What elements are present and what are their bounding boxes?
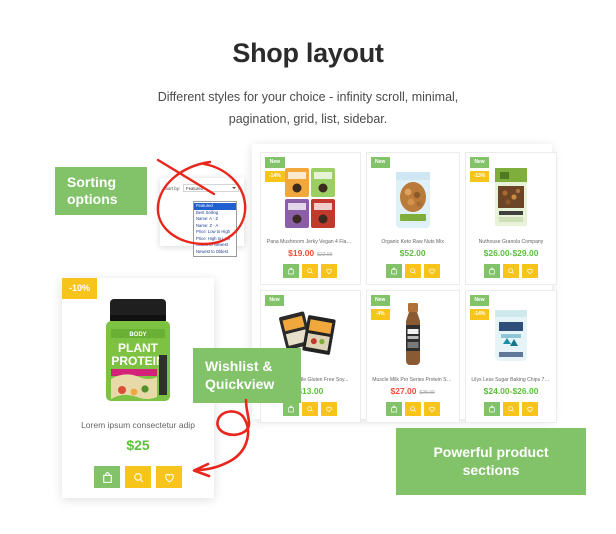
product-badges: New -14% [265,157,285,182]
add-to-wishlist-button[interactable] [156,466,182,488]
callout-powerful-product-sections: Powerful product sections [396,428,586,495]
sort-select-value: Featured [186,185,203,191]
sorting-panel: Sort by: Featured Featured Best Selling … [160,178,244,257]
product-actions [385,264,440,278]
quick-view-button[interactable] [302,264,319,278]
product-price: $24.00-$26.00 [484,386,539,396]
product-actions [283,264,338,278]
quick-view-button[interactable] [404,264,421,278]
featured-product-title: Lorem ipsum consectetur adip [81,420,195,430]
product-price: $26.00-$29.00 [484,248,539,258]
page-subtitle-line-2: pagination, grid, list, sidebar. [228,111,388,126]
add-to-wishlist-button[interactable] [321,264,338,278]
badge-discount: -10% [62,278,98,299]
product-price: $13.00 [297,386,323,396]
add-to-wishlist-button[interactable] [423,402,440,416]
product-price-original: $22.00 [317,252,333,258]
product-price: $52.00 [400,248,426,258]
product-card[interactable]: New -14% Pana Mushroom Jerky Vegan 4 Fla… [260,152,361,285]
badge-sale: -14% [265,171,285,182]
product-card[interactable]: New -4% Muscle Milk Pro Series Protein S… [365,290,460,423]
add-to-wishlist-button[interactable] [522,264,539,278]
product-badges: New -14% [469,295,490,320]
product-price-original: $28.00 [419,390,435,396]
sort-option-newest-oldest[interactable]: Newest to Oldest [194,249,236,256]
badge-new: New [370,157,390,168]
add-to-cart-button[interactable] [283,402,300,416]
quick-view-button[interactable] [404,402,421,416]
featured-product-image: BODY PLANT PROTEIN [62,292,214,410]
product-title: Nuthouse Granola Company [478,239,544,245]
badge-sale: -4% [370,309,390,320]
add-to-cart-button[interactable] [484,264,501,278]
product-price: $27.00 $28.00 [391,386,435,396]
add-to-cart-button[interactable] [385,402,402,416]
product-card[interactable]: New -14% Lilys Less Sugar Baking Chips 7… [464,290,558,423]
product-title: Lilys Less Sugar Baking Chips 7oz... [471,377,551,383]
product-image [371,161,455,233]
product-actions [484,264,539,278]
product-price-current: $13.00 [297,386,324,396]
quick-view-button[interactable] [503,402,520,416]
product-actions [283,402,338,416]
product-price-current: $19.00 [288,248,315,258]
page-subtitle: Different styles for your choice - infin… [0,87,616,131]
page-title: Shop layout [232,38,384,68]
product-price: $19.00 $22.00 [288,248,332,258]
page-subtitle-line-1: Different styles for your choice - infin… [157,90,459,104]
featured-product-card[interactable]: -10% BODY PLANT PROTEIN Lorem ipsum cons… [62,278,214,498]
product-title: Pana Mushroom Jerky Vegan 4 Flavor... [266,239,354,245]
featured-product-badges: -10% [62,278,98,299]
badge-new: New [265,157,285,168]
sort-select[interactable]: Featured [183,184,239,192]
svg-text:PROTEIN: PROTEIN [111,354,164,368]
add-to-cart-button[interactable] [484,402,501,416]
page-header: Shop layout Different styles for your ch… [0,0,616,131]
product-price-current: $24.00-$26.00 [483,386,539,396]
chevron-down-icon [232,187,236,189]
badge-new: New [469,295,490,306]
add-to-cart-button[interactable] [385,264,402,278]
product-badges: New [265,295,284,306]
callout-wishlist-quickview: Wishlist & Quickview [193,348,301,403]
product-title: Muscle Milk Pro Series Protein Sho... [372,377,453,383]
product-title: Organic Keto Raw Nuts Mix [381,239,444,245]
product-actions [385,402,440,416]
featured-product-price: $25 [126,437,150,453]
product-badges: New -4% [370,295,390,320]
sort-options-list[interactable]: Featured Best Selling Name: A - Z Name: … [193,201,237,257]
badge-new: New [370,295,390,306]
badge-sale: -13% [469,171,490,182]
add-to-cart-button[interactable] [283,264,300,278]
badge-new: New [265,295,284,306]
sort-by-label: Sort by: [165,185,181,191]
svg-text:BODY: BODY [129,332,146,338]
sort-row: Sort by: Featured [160,178,244,192]
badge-sale: -14% [469,309,490,320]
badge-new: New [469,157,490,168]
product-badges: New [370,157,390,168]
product-price-current: $52.00 [399,248,426,258]
product-card[interactable]: New Organic Keto Raw Nuts Mix $52.00 [365,152,460,285]
add-to-wishlist-button[interactable] [522,402,539,416]
quick-view-button[interactable] [125,466,151,488]
product-actions [484,402,539,416]
quick-view-button[interactable] [503,264,520,278]
sort-option-price-low-high[interactable]: Price: Low to High [194,229,236,236]
add-to-wishlist-button[interactable] [321,402,338,416]
add-to-cart-button[interactable] [94,466,120,488]
add-to-wishlist-button[interactable] [423,264,440,278]
svg-text:PLANT: PLANT [118,341,159,355]
product-card[interactable]: New -13% Nuthouse Granola Company $26.00… [464,152,558,285]
quick-view-button[interactable] [302,402,319,416]
product-badges: New -13% [469,157,490,182]
product-price-current: $27.00 [390,386,417,396]
featured-product-actions [94,466,182,488]
callout-sorting-options: Sorting options [55,167,147,215]
product-price-current: $26.00-$29.00 [483,248,539,258]
